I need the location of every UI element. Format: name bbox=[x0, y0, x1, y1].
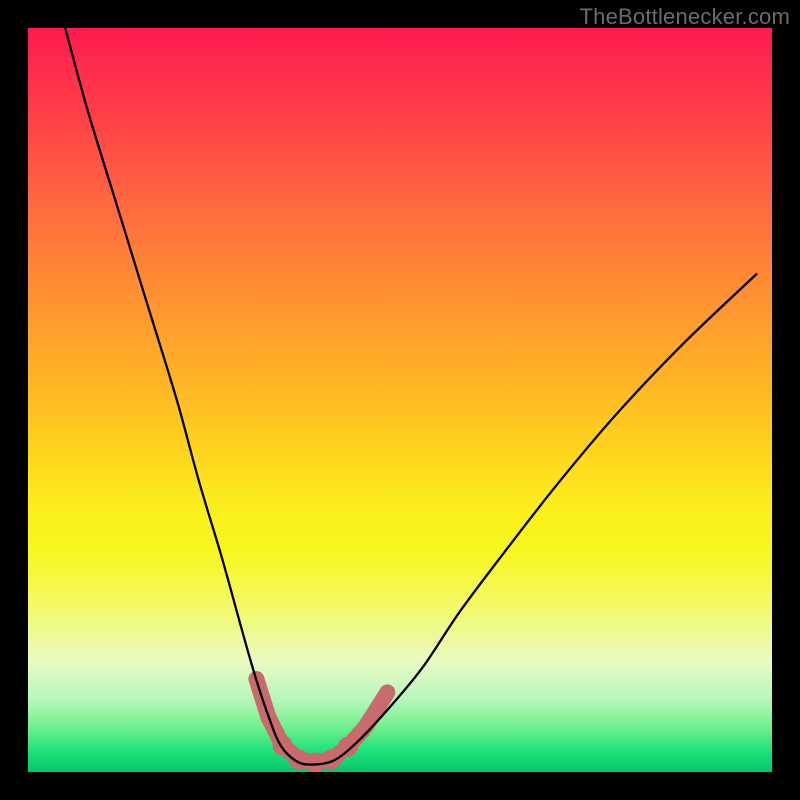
chart-svg bbox=[28, 28, 772, 772]
watermark-label: TheBottlenecker.com bbox=[580, 4, 790, 30]
bottleneck-curve bbox=[65, 28, 757, 765]
plot-area bbox=[28, 28, 772, 772]
trough-marker-dot bbox=[380, 685, 394, 699]
chart-frame: TheBottlenecker.com bbox=[0, 0, 800, 800]
trough-marker-dot bbox=[338, 737, 358, 757]
trough-marker-dot bbox=[358, 720, 372, 734]
trough-marker-dot bbox=[322, 749, 342, 769]
trough-marker-dot bbox=[272, 735, 292, 755]
